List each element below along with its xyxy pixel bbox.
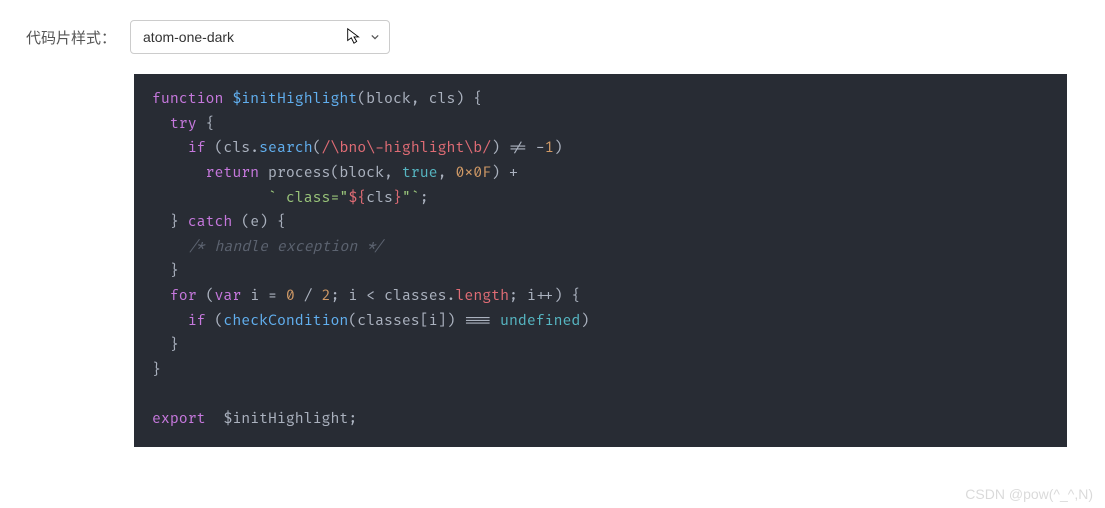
code-token: catch: [188, 214, 233, 231]
code-token: }: [152, 362, 161, 379]
style-label: 代码片样式：: [26, 27, 116, 48]
code-token: process(block,: [259, 165, 402, 182]
code-token: 2: [322, 288, 331, 305]
code-token: (: [197, 288, 215, 305]
code-token: ;: [420, 190, 429, 207]
style-select-wrapper: atom-one-dark: [130, 20, 390, 54]
code-token: ) != -: [491, 140, 545, 157]
code-token: ): [554, 140, 563, 157]
code-token: (e) {: [232, 214, 286, 231]
code-token: var: [215, 288, 242, 305]
code-token: if: [188, 313, 206, 330]
code-token: ${: [348, 190, 366, 207]
code-token: ; i++) {: [509, 288, 580, 305]
code-token: (block, cls) {: [357, 91, 482, 108]
code-token: }: [170, 263, 179, 280]
code-token: `: [268, 190, 277, 207]
code-token: checkCondition: [223, 313, 348, 330]
code-token: for: [170, 288, 197, 305]
code-token: return: [206, 165, 260, 182]
code-token: }: [170, 214, 188, 231]
watermark: CSDN @pow(^_^,N): [965, 486, 1093, 502]
code-token: cls: [366, 190, 393, 207]
code-preview: function $initHighlight(block, cls) { tr…: [134, 74, 1067, 447]
code-token: {: [197, 116, 215, 133]
code-token: $initHighlight: [232, 91, 357, 108]
code-token: 0: [286, 288, 295, 305]
code-token: "`: [402, 190, 420, 207]
code-token: true: [402, 165, 438, 182]
code-token: export: [152, 411, 206, 428]
code-token: }: [393, 190, 402, 207]
code-token: 0x0F: [455, 165, 491, 182]
code-token: ) +: [491, 165, 518, 182]
code-token: }: [170, 337, 179, 354]
style-select[interactable]: atom-one-dark: [130, 20, 390, 54]
code-token: try: [170, 116, 197, 133]
code-token: length: [455, 288, 509, 305]
style-selector-row: 代码片样式： atom-one-dark: [20, 20, 1085, 54]
code-token: i =: [241, 288, 286, 305]
code-token: ): [580, 313, 589, 330]
code-token: (cls.: [206, 140, 260, 157]
code-token: function: [152, 91, 223, 108]
code-token: class=": [277, 190, 348, 207]
code-token: search: [259, 140, 313, 157]
code-token: 1: [545, 140, 554, 157]
code-token: (: [313, 140, 322, 157]
code-token: undefined: [500, 313, 580, 330]
code-token: (: [206, 313, 224, 330]
code-token: /: [295, 288, 322, 305]
code-token: ,: [438, 165, 456, 182]
code-token: if: [188, 140, 206, 157]
code-token: /* handle exception */: [188, 239, 384, 256]
code-token: $initHighlight;: [206, 411, 358, 428]
code-token: (classes[i]) ===: [348, 313, 500, 330]
code-token: /\bno\-highlight\b/: [322, 140, 492, 157]
code-token: ; i < classes.: [331, 288, 456, 305]
